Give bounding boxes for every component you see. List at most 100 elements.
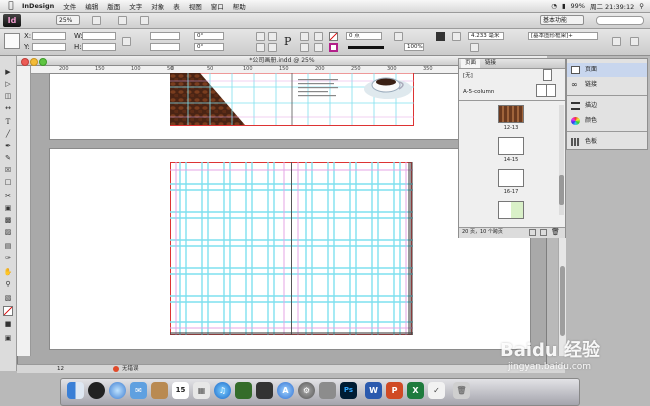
wifi-icon[interactable]: ◔: [551, 2, 557, 10]
minimize-window-icon[interactable]: [30, 58, 38, 66]
scale-x-field[interactable]: [150, 32, 180, 40]
menu-window[interactable]: 窗口: [211, 1, 224, 11]
search-input[interactable]: [596, 16, 644, 25]
eyedropper-tool-icon[interactable]: ✑: [3, 254, 13, 263]
default-colors-icon[interactable]: ▧: [3, 294, 13, 303]
panel-item-color[interactable]: 颜色: [567, 114, 647, 128]
w-field[interactable]: [82, 32, 116, 40]
screen-mode-tool-icon[interactable]: ▣: [3, 334, 13, 343]
menu-help[interactable]: 帮助: [233, 1, 246, 11]
select-content-icon[interactable]: [300, 43, 309, 52]
contacts-icon[interactable]: [151, 382, 168, 399]
menu-edit[interactable]: 编辑: [85, 1, 98, 11]
selection-tool-icon[interactable]: ▶: [3, 68, 13, 77]
indesign-icon[interactable]: [319, 382, 336, 399]
close-window-icon[interactable]: [21, 58, 29, 66]
view-options-icon[interactable]: [92, 16, 101, 25]
drop-shadow-icon[interactable]: [436, 32, 445, 41]
itunes-icon[interactable]: ♫: [214, 382, 231, 399]
safari-icon[interactable]: [109, 382, 126, 399]
new-page-icon[interactable]: [540, 229, 547, 236]
stroke-type-select[interactable]: [348, 46, 384, 49]
flip-vertical-icon[interactable]: [268, 43, 277, 52]
tab-links[interactable]: 链接: [481, 59, 500, 68]
rectangle-tool-icon[interactable]: □: [3, 178, 13, 187]
free-transform-tool-icon[interactable]: ▣: [3, 204, 13, 213]
zoom-window-icon[interactable]: [39, 58, 47, 66]
text-frame-icon[interactable]: P: [284, 35, 291, 48]
sketch-icon[interactable]: ✓: [428, 382, 445, 399]
scale-y-field[interactable]: [150, 43, 180, 51]
select-previous-icon[interactable]: [314, 32, 323, 41]
dashboard-icon[interactable]: [88, 382, 105, 399]
pages-panel-scrollbar[interactable]: [559, 105, 564, 215]
object-style-select[interactable]: [基本图形框架]+: [528, 32, 598, 40]
menu-layout[interactable]: 版面: [107, 1, 120, 11]
none-master-label[interactable]: [无]: [463, 71, 473, 79]
menu-type[interactable]: 文字: [129, 1, 142, 11]
panel-item-links[interactable]: ∞ 链接: [567, 78, 647, 92]
gap-tool-icon[interactable]: ↔: [3, 104, 13, 113]
preflight-status-text[interactable]: 无错误: [122, 365, 139, 373]
finder-icon[interactable]: [67, 382, 84, 399]
battery-icon[interactable]: ▮: [562, 2, 566, 10]
lightning-icon[interactable]: [612, 37, 621, 46]
x-field[interactable]: [32, 32, 66, 40]
panel-item-stroke[interactable]: 描边: [567, 99, 647, 113]
clock[interactable]: 周二 21:39:12: [590, 1, 634, 11]
spread-thumb-12-13[interactable]: [498, 105, 524, 123]
menu-file[interactable]: 文件: [63, 1, 76, 11]
shear-field[interactable]: 0°: [194, 43, 224, 51]
powerpoint-icon[interactable]: P: [386, 382, 403, 399]
spread-upper-pages[interactable]: [170, 73, 414, 126]
spread-thumb-16-17[interactable]: [498, 169, 524, 187]
photos-icon[interactable]: [235, 382, 252, 399]
scissors-tool-icon[interactable]: ✂: [3, 192, 13, 201]
page-tool-icon[interactable]: ◫: [3, 92, 13, 101]
menu-object[interactable]: 对象: [151, 1, 164, 11]
opacity-field[interactable]: 100%: [404, 43, 424, 51]
fill-stroke-swatch-icon[interactable]: [3, 306, 13, 316]
appstore-icon[interactable]: A: [277, 382, 294, 399]
arrange-documents-icon[interactable]: [140, 16, 149, 25]
direct-selection-tool-icon[interactable]: ▷: [3, 80, 13, 89]
scroll-thumb[interactable]: [560, 266, 565, 336]
line-tool-icon[interactable]: ╱: [3, 130, 13, 139]
master-label[interactable]: A-5-column: [463, 89, 494, 95]
pencil-tool-icon[interactable]: ✎: [3, 154, 13, 163]
select-next-icon[interactable]: [314, 43, 323, 52]
delete-page-icon[interactable]: 🗑: [551, 228, 560, 236]
stroke-swatch-icon[interactable]: [329, 43, 338, 52]
offset-field[interactable]: 4.233 毫米: [468, 32, 504, 40]
none-master-thumb[interactable]: [543, 69, 552, 81]
rotate-cw-icon[interactable]: [256, 32, 265, 41]
select-container-icon[interactable]: [300, 32, 309, 41]
reference-point-icon[interactable]: [4, 33, 20, 49]
apply-color-icon[interactable]: ■: [3, 320, 13, 329]
rectangle-frame-tool-icon[interactable]: ☒: [3, 166, 13, 175]
menu-view[interactable]: 视图: [189, 1, 202, 11]
spread-lower-pages[interactable]: [170, 162, 413, 336]
spotlight-icon[interactable]: ⚲: [639, 2, 644, 10]
text-wrap-icon[interactable]: [452, 32, 461, 41]
rotate-ccw-icon[interactable]: [256, 43, 265, 52]
rotate-field[interactable]: 0°: [194, 32, 224, 40]
preview-icon[interactable]: ▦: [193, 382, 210, 399]
page-size-icon[interactable]: [529, 229, 536, 236]
fill-swatch-icon[interactable]: [329, 32, 338, 41]
trash-icon[interactable]: 🗑: [453, 382, 470, 399]
panel-menu-icon[interactable]: [630, 37, 639, 46]
constrain-proportions-icon[interactable]: [122, 37, 131, 46]
note-tool-icon[interactable]: ▤: [3, 242, 13, 251]
vertical-ruler[interactable]: [17, 66, 31, 356]
zoom-tool-icon[interactable]: ⚲: [3, 280, 13, 289]
master-thumb[interactable]: [536, 84, 556, 97]
menu-app-name[interactable]: InDesign: [22, 2, 54, 10]
flip-horizontal-icon[interactable]: [268, 32, 277, 41]
screen-mode-icon[interactable]: [118, 16, 127, 25]
type-tool-icon[interactable]: T: [3, 118, 13, 127]
facetime-icon[interactable]: [256, 382, 273, 399]
pen-tool-icon[interactable]: ✒: [3, 142, 13, 151]
workspace-select[interactable]: 基本功能: [540, 15, 584, 25]
calendar-icon[interactable]: 15: [172, 382, 189, 399]
